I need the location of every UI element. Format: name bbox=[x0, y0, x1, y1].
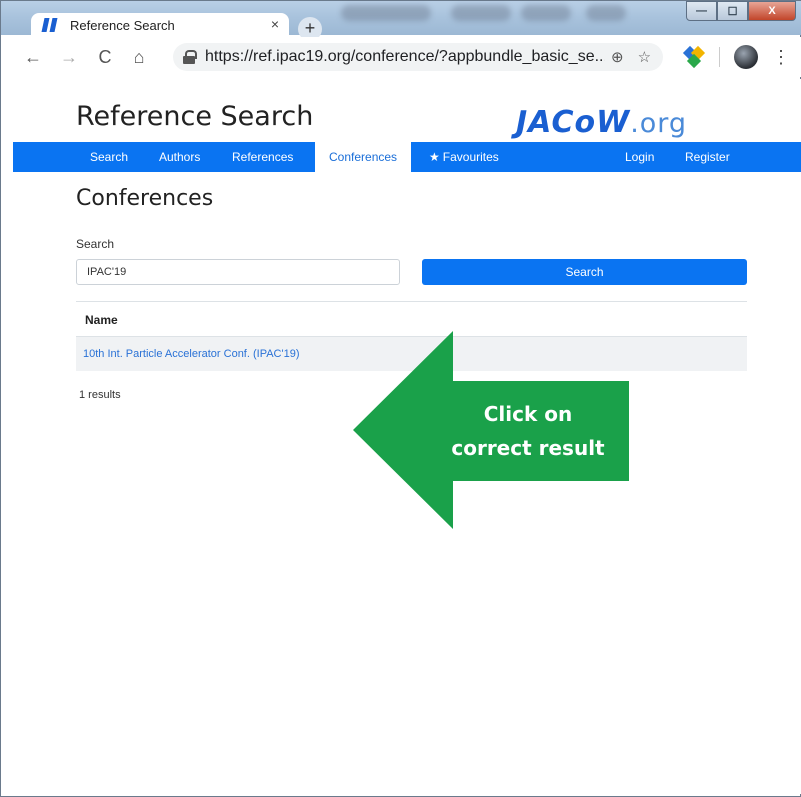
search-input[interactable] bbox=[76, 259, 400, 285]
jacow-favicon-icon bbox=[41, 18, 63, 32]
lock-icon bbox=[183, 50, 197, 64]
site-header: Reference Search JACoW.org bbox=[13, 79, 801, 142]
reload-icon[interactable]: C bbox=[91, 47, 119, 68]
nav-login[interactable]: Login bbox=[619, 142, 660, 172]
window-controls: — ☐ X bbox=[686, 1, 796, 21]
browser-tab[interactable]: Reference Search × bbox=[31, 13, 289, 37]
address-bar[interactable]: https://ref.ipac19.org/conference/?appbu… bbox=[173, 43, 663, 71]
browser-menu-icon[interactable]: ⋮ bbox=[772, 47, 790, 68]
minimize-button[interactable]: — bbox=[686, 1, 717, 21]
nav-register[interactable]: Register bbox=[679, 142, 736, 172]
toolbar-right: ⋮ bbox=[682, 45, 790, 69]
search-label: Search bbox=[76, 237, 115, 251]
search-button[interactable]: Search bbox=[422, 259, 747, 285]
browser-toolbar: ← → C ⌂ https://ref.ipac19.org/conferenc… bbox=[1, 37, 801, 77]
nav-conferences[interactable]: Conferences bbox=[315, 142, 412, 172]
jacow-logo[interactable]: JACoW.org bbox=[516, 105, 687, 140]
callout-text: Click on correct result bbox=[451, 402, 605, 460]
bookmark-star-icon[interactable]: ☆ bbox=[638, 48, 651, 66]
nav-favourites[interactable]: ★ Favourites bbox=[423, 142, 505, 172]
site-title: Reference Search bbox=[76, 101, 314, 132]
forward-arrow-icon[interactable]: → bbox=[55, 47, 83, 68]
web-page: Reference Search JACoW.org Search Author… bbox=[13, 79, 801, 794]
back-arrow-icon[interactable]: ← bbox=[19, 47, 47, 68]
star-icon: ★ bbox=[429, 150, 440, 164]
result-link[interactable]: 10th Int. Particle Accelerator Conf. (IP… bbox=[83, 348, 300, 360]
url-text: https://ref.ipac19.org/conference/?appbu… bbox=[205, 48, 605, 65]
toolbar-divider bbox=[719, 47, 720, 67]
title-bar: Reference Search × + — ☐ X bbox=[1, 1, 801, 41]
tab-close-icon[interactable]: × bbox=[271, 16, 279, 32]
results-count: 1 results bbox=[79, 389, 121, 401]
tab-title: Reference Search bbox=[70, 17, 175, 33]
callout-arrow: Click on correct result bbox=[353, 331, 635, 529]
nav-search[interactable]: Search bbox=[84, 142, 134, 172]
browser-window: Reference Search × + — ☐ X ← → C ⌂ https… bbox=[0, 0, 801, 797]
extension-icon[interactable] bbox=[682, 45, 706, 69]
home-icon[interactable]: ⌂ bbox=[125, 47, 153, 68]
nav-authors[interactable]: Authors bbox=[153, 142, 206, 172]
close-window-button[interactable]: X bbox=[748, 1, 796, 21]
main-navbar: Search Authors References Conferences ★ F… bbox=[13, 142, 801, 172]
zoom-icon[interactable]: ⊕ bbox=[611, 48, 624, 66]
nav-references[interactable]: References bbox=[226, 142, 299, 172]
maximize-button[interactable]: ☐ bbox=[717, 1, 748, 21]
page-heading: Conferences bbox=[76, 186, 214, 211]
profile-avatar[interactable] bbox=[734, 45, 758, 69]
